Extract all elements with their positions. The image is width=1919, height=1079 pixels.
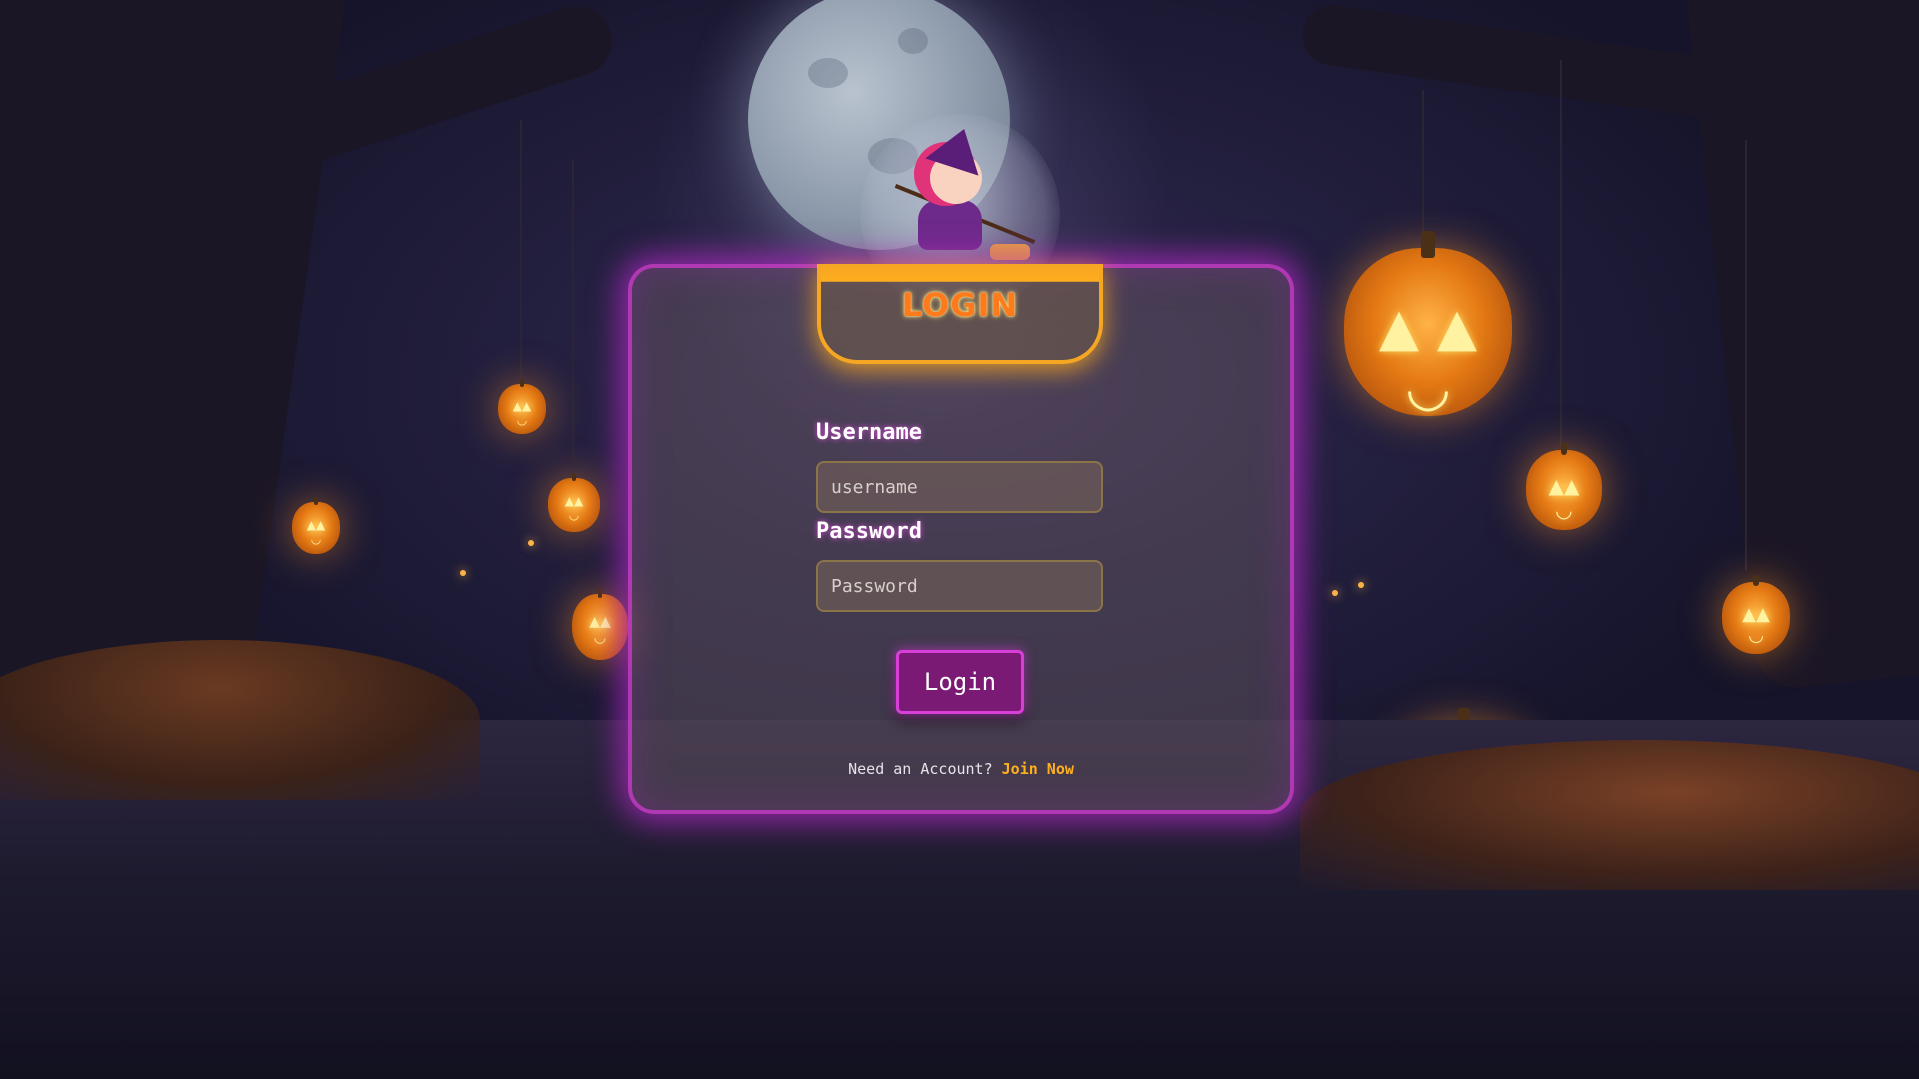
jack-o-lantern-icon: ▲ ▲◡ <box>1344 231 1512 418</box>
jack-o-lantern-icon: ▲▲ ◡ <box>292 496 340 554</box>
password-input[interactable] <box>816 560 1103 612</box>
witch-icon <box>918 200 982 250</box>
login-title: LOGIN <box>901 286 1019 324</box>
password-label: Password <box>816 519 922 544</box>
jack-o-lantern-icon: ▲▲ ◡ <box>1722 574 1790 654</box>
shore-right <box>1300 740 1919 890</box>
jack-o-lantern-icon: ▲▲ ◡ <box>498 379 546 434</box>
signup-prompt-text: Need an Account? <box>848 760 993 778</box>
jack-o-lantern-icon: ▲▲ ◡ <box>1526 442 1602 530</box>
login-button[interactable]: Login <box>896 650 1024 714</box>
username-label: Username <box>816 420 922 445</box>
username-input[interactable] <box>816 461 1103 513</box>
join-now-link[interactable]: Join Now <box>1002 760 1074 778</box>
shore-left <box>0 640 480 800</box>
jack-o-lantern-icon: ▲▲ ◡ <box>572 587 628 660</box>
broom-bristle <box>990 244 1030 260</box>
jack-o-lantern-icon: ▲▲ ◡ <box>548 472 600 532</box>
signup-prompt: Need an Account? Join Now <box>628 760 1294 778</box>
